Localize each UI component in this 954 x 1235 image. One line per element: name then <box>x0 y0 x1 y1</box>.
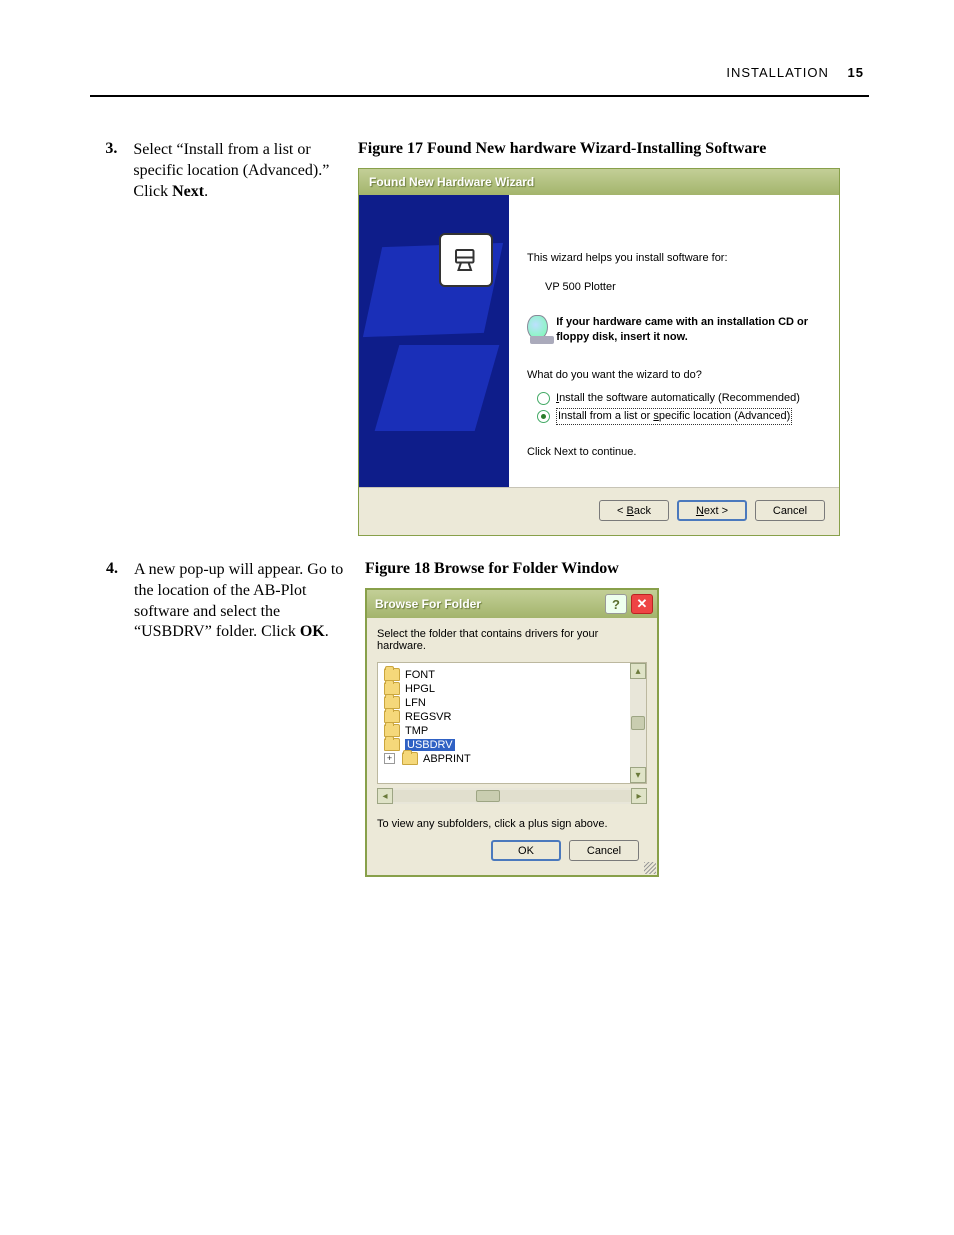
scroll-right-icon[interactable]: ▸ <box>631 788 647 804</box>
radio-install-list[interactable]: Install from a list or specific location… <box>537 408 821 425</box>
folder-usbdrv-selected[interactable]: USBDRV <box>384 738 640 751</box>
resize-grip-icon[interactable] <box>644 862 656 874</box>
header-section: INSTALLATION <box>726 65 829 80</box>
radio-auto-label: IInstall the software automatically (Rec… <box>556 391 800 406</box>
ok-button[interactable]: OK <box>491 840 561 861</box>
expand-icon[interactable]: + <box>384 753 395 764</box>
radio-list-label: Install from a list or specific location… <box>556 408 792 425</box>
header-page-number: 15 <box>848 65 864 80</box>
continue-hint: Click Next to continue. <box>527 445 821 460</box>
folder-icon <box>384 738 400 751</box>
scroll-down-icon[interactable]: ▾ <box>630 767 646 783</box>
step-3-number: 3. <box>98 140 117 158</box>
dialog-prompt: Select the folder that contains drivers … <box>377 628 647 652</box>
scroll-thumb[interactable] <box>631 716 645 730</box>
wizard-intro: This wizard helps you install software f… <box>527 251 821 266</box>
close-button[interactable]: ✕ <box>631 594 653 614</box>
folder-icon <box>402 752 418 765</box>
cancel-button[interactable]: Cancel <box>569 840 639 861</box>
browse-for-folder-dialog: Browse For Folder ? ✕ Select the folder … <box>365 588 659 877</box>
wizard-title-bar[interactable]: Found New Hardware Wizard <box>359 169 839 195</box>
folder-lfn[interactable]: LFN <box>384 696 640 709</box>
page-header: INSTALLATION 15 <box>726 65 864 80</box>
radio-icon <box>537 392 550 405</box>
dialog-title: Browse For Folder <box>375 597 601 611</box>
folder-font[interactable]: FONT <box>384 668 640 681</box>
device-icon <box>439 233 493 287</box>
vertical-scrollbar[interactable]: ▴ ▾ <box>630 663 646 783</box>
folder-abprint[interactable]: +ABPRINT <box>384 752 640 765</box>
scroll-up-icon[interactable]: ▴ <box>630 663 646 679</box>
figure-17-caption: Figure 17 Found New hardware Wizard-Inst… <box>358 140 840 158</box>
found-new-hardware-wizard: Found New Hardware Wizard This wizard he… <box>358 168 840 536</box>
wizard-title: Found New Hardware Wizard <box>369 175 534 189</box>
cancel-button[interactable]: Cancel <box>755 500 825 521</box>
horizontal-scrollbar[interactable]: ◂ ▸ <box>377 788 647 804</box>
step-3-text: Select “Install from a list or specific … <box>133 140 342 202</box>
wizard-sidebar-graphic <box>359 195 509 487</box>
folder-regsvr[interactable]: REGSVR <box>384 710 640 723</box>
folder-tree[interactable]: FONT HPGL LFN REGSVR TMP USBDRV +ABPRINT… <box>377 662 647 784</box>
radio-selected-icon <box>537 410 550 423</box>
subfolders-hint: To view any subfolders, click a plus sig… <box>377 818 647 830</box>
back-button[interactable]: < Back< Back <box>599 500 669 521</box>
help-button[interactable]: ? <box>605 594 627 614</box>
folder-tmp[interactable]: TMP <box>384 724 640 737</box>
folder-hpgl[interactable]: HPGL <box>384 682 640 695</box>
step-4-text: A new pop-up will appear. Go to the loca… <box>134 560 349 643</box>
scroll-track[interactable] <box>393 790 631 802</box>
device-name: VP 500 Plotter <box>545 280 821 295</box>
wizard-question: What do you want the wizard to do? <box>527 368 821 383</box>
step-4-number: 4. <box>98 560 118 578</box>
next-button[interactable]: Next >Next > <box>677 500 747 521</box>
cd-note: If your hardware came with an installati… <box>556 315 821 345</box>
header-rule <box>90 95 869 97</box>
scroll-left-icon[interactable]: ◂ <box>377 788 393 804</box>
radio-install-auto[interactable]: IInstall the software automatically (Rec… <box>537 391 821 406</box>
scroll-thumb[interactable] <box>476 790 500 802</box>
dialog-title-bar[interactable]: Browse For Folder ? ✕ <box>367 590 657 618</box>
cd-icon <box>527 315 548 339</box>
figure-18-caption: Figure 18 Browse for Folder Window <box>365 560 840 578</box>
